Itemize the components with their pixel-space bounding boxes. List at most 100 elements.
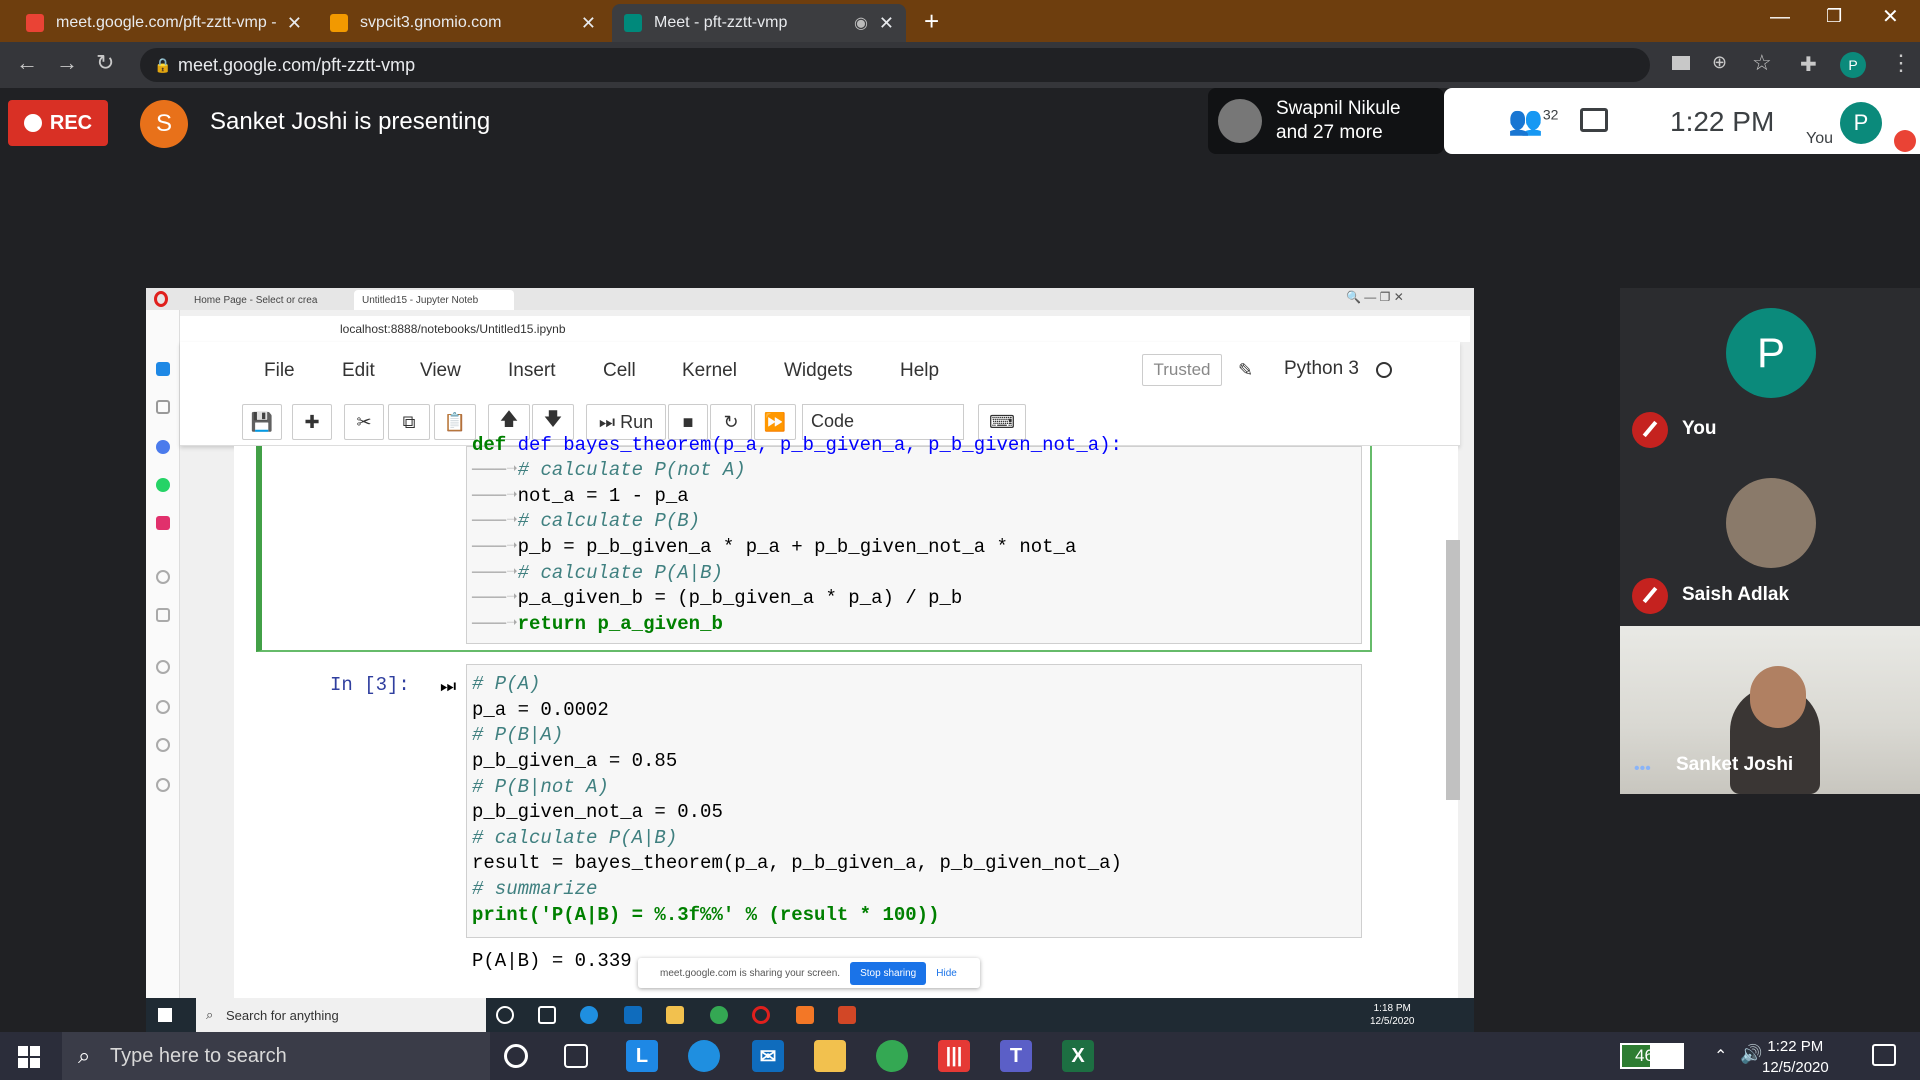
taskbar-search[interactable]: ⌕ Type here to search [62, 1032, 490, 1080]
paste-button[interactable]: 📋 [434, 404, 476, 440]
extensions-icon[interactable]: ✚ [1800, 52, 1817, 77]
close-icon[interactable]: ✕ [581, 13, 596, 34]
close-icon[interactable]: ✕ [287, 13, 302, 34]
menu-insert[interactable]: Insert [508, 360, 556, 382]
messenger-icon[interactable] [156, 440, 170, 454]
inner-tab-jupyter[interactable]: Untitled15 - Jupyter Noteb [354, 290, 514, 310]
jupyter-icon[interactable] [796, 1006, 814, 1024]
inner-tab-home[interactable]: Home Page - Select or crea [186, 290, 346, 310]
menu-cell[interactable]: Cell [603, 360, 636, 382]
inner-scrollbar[interactable] [1446, 540, 1460, 800]
mail-icon[interactable]: ✉ [752, 1040, 784, 1072]
inner-search-box[interactable]: ⌕ Search for anything [196, 998, 486, 1032]
restore-icon[interactable]: ❐ [1826, 6, 1842, 27]
file-explorer-icon[interactable] [814, 1040, 846, 1072]
heart-icon[interactable] [156, 660, 170, 674]
insert-cell-button[interactable]: ✚ [292, 404, 332, 440]
windows-start-icon[interactable] [18, 1046, 40, 1068]
stop-sharing-button[interactable]: Stop sharing [850, 961, 927, 985]
new-tab-icon[interactable]: + [924, 6, 939, 37]
code-line: ───➝p_a_given_b = (p_b_given_a * p_a) / … [472, 587, 963, 609]
close-icon[interactable]: ✕ [879, 13, 894, 34]
menu-file[interactable]: File [264, 360, 295, 382]
taskbar-clock[interactable]: 1:22 PM 12/5/2020 [1762, 1036, 1829, 1078]
profile-avatar[interactable]: P [1840, 52, 1866, 78]
menu-widgets[interactable]: Widgets [784, 360, 853, 382]
inner-clock: 1:18 PM 12/5/2020 [1370, 1002, 1415, 1028]
inner-time: 1:18 PM [1373, 1003, 1411, 1014]
whatsapp-icon[interactable] [156, 478, 170, 492]
taskbar-time: 1:22 PM [1767, 1038, 1824, 1055]
l-app-icon[interactable]: L [626, 1040, 658, 1072]
tab-gnomio[interactable]: svpcit3.gnomio.com ✕ [318, 4, 608, 42]
home-icon[interactable] [156, 362, 170, 376]
window-close-icon[interactable]: ✕ [1882, 4, 1899, 29]
history-icon[interactable] [156, 700, 170, 714]
tips-icon[interactable] [156, 778, 170, 792]
instagram-icon[interactable] [156, 516, 170, 530]
explorer-icon[interactable] [666, 1006, 684, 1024]
feed-icon[interactable] [156, 570, 170, 584]
tab-gmail-meet[interactable]: meet.google.com/pft-zztt-vmp - ✕ [14, 4, 314, 42]
tray-chevron-icon[interactable]: ⌃ [1714, 1046, 1727, 1066]
app-red-icon[interactable]: ||| [938, 1040, 970, 1072]
cut-button[interactable]: ✂ [344, 404, 384, 440]
excel-icon[interactable]: X [1062, 1040, 1094, 1072]
settings-icon[interactable] [156, 738, 170, 752]
opera-icon[interactable] [752, 1006, 770, 1024]
edge-icon[interactable] [580, 1006, 598, 1024]
inner-address-bar[interactable]: localhost:8888/notebooks/Untitled15.ipyn… [180, 316, 1470, 342]
people-button[interactable]: 👥32 [1508, 104, 1558, 137]
powerpoint-icon[interactable] [838, 1006, 856, 1024]
inner-start-icon[interactable] [158, 1008, 172, 1022]
cortana-icon[interactable] [496, 1006, 514, 1024]
run-cell-icon[interactable]: ⏭ [440, 676, 456, 697]
taskbar-date: 12/5/2020 [1762, 1059, 1829, 1076]
bookmark-icon[interactable] [156, 400, 170, 414]
menu-icon[interactable]: ⋮ [1890, 50, 1912, 76]
share-bar-text: meet.google.com is sharing your screen. [660, 967, 841, 979]
address-bar[interactable]: 🔒 meet.google.com/pft-zztt-vmp [140, 48, 1650, 82]
people-icon: 👥 [1508, 105, 1543, 136]
menu-view[interactable]: View [420, 360, 461, 382]
save-button[interactable]: 💾 [242, 404, 282, 440]
hide-button[interactable]: Hide [936, 968, 957, 979]
inner-window-controls[interactable]: 🔍 — ❐ ✕ [1346, 290, 1404, 304]
camera-icon[interactable] [1672, 56, 1690, 70]
recording-badge: REC [8, 100, 108, 146]
cortana-icon[interactable] [504, 1044, 528, 1068]
gmail-icon [26, 14, 44, 32]
tile-sanket-video[interactable]: ••• Sanket Joshi [1620, 626, 1920, 794]
battery-indicator[interactable]: 46% [1620, 1043, 1684, 1069]
tab-meet[interactable]: Meet - pft-zztt-vmp ◉ ✕ [612, 4, 906, 42]
forward-icon[interactable]: → [56, 50, 78, 76]
task-view-icon[interactable] [538, 1006, 556, 1024]
task-view-icon[interactable] [564, 1044, 588, 1068]
participants-preview[interactable]: Swapnil Nikule and 27 more [1208, 88, 1444, 154]
trusted-indicator[interactable]: Trusted [1142, 354, 1222, 386]
edit-pencil-icon[interactable]: ✎ [1238, 360, 1253, 381]
menu-edit[interactable]: Edit [342, 360, 375, 382]
menu-help[interactable]: Help [900, 360, 939, 382]
self-avatar[interactable]: P [1840, 102, 1882, 144]
minimize-icon[interactable]: — [1770, 6, 1790, 29]
chrome-icon[interactable] [876, 1040, 908, 1072]
reload-icon[interactable]: ↻ [96, 50, 114, 76]
copy-icon: ⧉ [402, 411, 416, 432]
mail-icon[interactable] [624, 1006, 642, 1024]
send-icon[interactable] [156, 608, 170, 622]
edge-icon[interactable] [688, 1040, 720, 1072]
menu-kernel[interactable]: Kernel [682, 360, 737, 382]
back-icon[interactable]: ← [16, 50, 38, 76]
chat-icon[interactable] [1580, 108, 1608, 132]
chrome-icon[interactable] [710, 1006, 728, 1024]
notification-icon[interactable] [1872, 1044, 1896, 1066]
copy-button[interactable]: ⧉ [388, 404, 430, 440]
zoom-icon[interactable]: ⊕ [1712, 52, 1727, 73]
teams-icon[interactable]: T [1000, 1040, 1032, 1072]
run-label: Run [620, 411, 654, 432]
muted-icon [1894, 130, 1916, 152]
volume-icon[interactable]: 🔊 [1740, 1044, 1762, 1065]
presenter-avatar: S [140, 100, 188, 148]
star-icon[interactable]: ☆ [1752, 50, 1772, 76]
